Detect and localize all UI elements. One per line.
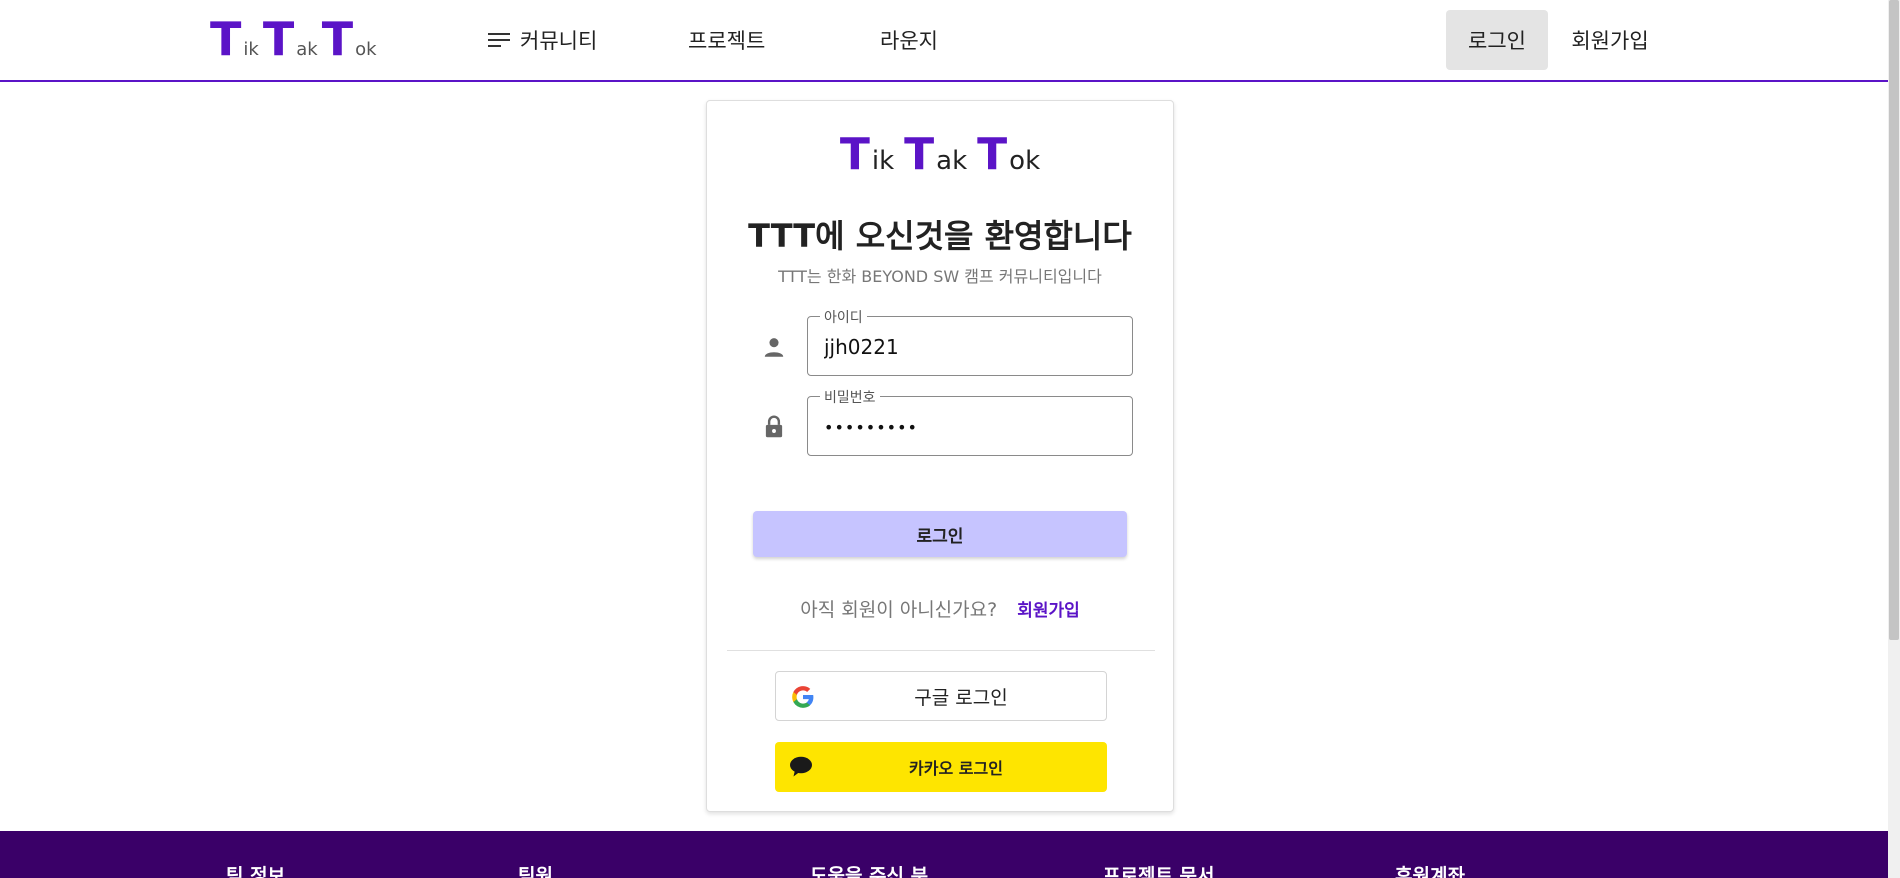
login-card: T ik T ak T ok TTT에 오신것을 환영합니다 TTT는 한화 B… [706, 100, 1174, 812]
logo-letter: T [904, 129, 935, 180]
menu-lines-icon [488, 32, 510, 48]
lock-icon [765, 415, 783, 438]
footer-members: 팀원 [518, 865, 553, 878]
logo-text: ik [871, 146, 895, 176]
kakao-login-button[interactable]: 카카오 로그인 [775, 742, 1107, 792]
logo-letter: T [321, 12, 354, 66]
signup-link[interactable]: 회원가입 [1017, 596, 1080, 621]
person-icon [764, 338, 784, 357]
footer: 팀 정보 팀원 도움을 주신 분 프로젝트 문서 후원계좌 [0, 831, 1888, 878]
id-field-label: 아이디 [820, 307, 867, 327]
logo-letter: T [210, 12, 242, 66]
password-field-row: 비밀번호 [751, 387, 1133, 458]
password-field-label: 비밀번호 [820, 387, 880, 407]
nav-lounge[interactable]: 라운지 [880, 0, 938, 80]
scrollbar-thumb[interactable] [1889, 0, 1899, 640]
id-input[interactable] [824, 333, 1114, 361]
login-button-label: 로그인 [916, 526, 964, 546]
footer-team-info: 팀 정보 [226, 865, 286, 878]
logo-text: ak [936, 146, 968, 176]
divider [727, 650, 1155, 651]
logo-text: ik [243, 39, 259, 60]
site-logo[interactable]: T ik T ak T ok [210, 14, 381, 64]
welcome-subtitle: TTT는 한화 BEYOND SW 캠프 커뮤니티입니다 [778, 267, 1102, 286]
logo-letter: T [977, 129, 1008, 180]
logo-letter: T [839, 129, 870, 180]
header-login-label: 로그인 [1468, 29, 1526, 53]
login-button[interactable]: 로그인 [753, 511, 1127, 557]
header-login-button[interactable]: 로그인 [1446, 10, 1548, 70]
signup-prompt: 아직 회원이 아니신가요? 회원가입 [707, 595, 1173, 622]
nav-project[interactable]: 프로젝트 [688, 0, 765, 80]
logo-text: ok [355, 39, 377, 60]
password-field[interactable]: 비밀번호 [807, 387, 1133, 456]
id-field-row: 아이디 [751, 307, 1133, 378]
google-login-button[interactable]: 구글 로그인 [775, 671, 1107, 721]
google-login-label: 구글 로그인 [914, 686, 1008, 709]
nav-community[interactable]: 커뮤니티 [488, 0, 597, 80]
header-signup-label: 회원가입 [1571, 29, 1649, 53]
kakao-login-label: 카카오 로그인 [909, 759, 1003, 778]
card-logo: T ik T ak T ok [707, 131, 1173, 179]
top-app-bar: T ik T ak T ok 커뮤니티 프로젝트 라운지 로그인 회원가입 [0, 0, 1888, 82]
nav-community-label: 커뮤니티 [520, 29, 598, 53]
google-g-icon [792, 686, 814, 708]
logo-text: ak [296, 39, 318, 60]
footer-donation: 후원계좌 [1395, 865, 1465, 878]
welcome-title: TTT에 오신것을 환영합니다 [748, 217, 1132, 255]
footer-helpers: 도움을 주신 분 [810, 865, 929, 878]
logo-text: ok [1009, 146, 1041, 176]
password-input[interactable] [824, 413, 1114, 441]
header-signup-button[interactable]: 회원가입 [1562, 10, 1658, 70]
nav-lounge-label: 라운지 [880, 29, 938, 53]
footer-project-docs: 프로젝트 문서 [1103, 865, 1215, 878]
logo-letter: T [262, 12, 295, 66]
nav-project-label: 프로젝트 [688, 29, 766, 53]
signup-question: 아직 회원이 아니신가요? [800, 599, 998, 621]
id-field[interactable]: 아이디 [807, 307, 1133, 376]
